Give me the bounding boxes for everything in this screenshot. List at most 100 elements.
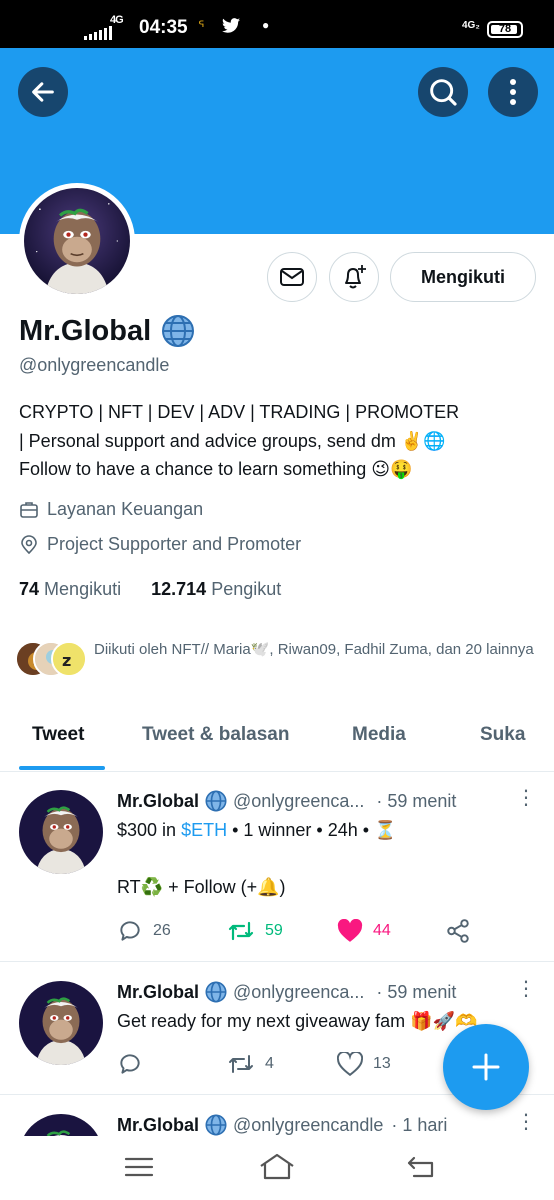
followers-count: 12.714	[151, 579, 207, 599]
following-button[interactable]: Mengikuti	[390, 252, 536, 302]
network-type-left: 4G	[110, 14, 124, 26]
cashtag-link[interactable]: $ETH	[181, 820, 227, 840]
recent-apps-icon[interactable]	[124, 1156, 154, 1178]
share-button[interactable]	[445, 918, 471, 944]
back-button[interactable]	[18, 67, 68, 117]
profile-location: Project Supporter and Promoter	[19, 534, 301, 555]
network-type-right: 4G₂	[462, 20, 480, 31]
dot-icon: ●	[262, 18, 270, 32]
tab-media[interactable]: Media	[352, 724, 406, 746]
tweet-more-icon[interactable]: ⋮	[516, 979, 536, 999]
tweet-author-handle: @onlygreencandle	[233, 1114, 384, 1135]
notifications-button[interactable]	[329, 252, 379, 302]
like-count: 44	[373, 922, 391, 939]
message-button[interactable]	[267, 252, 317, 302]
reply-button[interactable]: 26	[117, 918, 227, 944]
arrow-left-icon	[32, 82, 54, 102]
followers-link[interactable]: 12.714 Pengikut	[151, 579, 281, 599]
location-text: Project Supporter and Promoter	[47, 534, 302, 554]
tweet-time: · 1 hari	[391, 1114, 448, 1135]
location-pin-icon	[21, 534, 37, 554]
tweet-time: · 59 menit	[376, 790, 457, 811]
tweet-header: Mr.Global @onlygreencandle · 1 hari	[117, 1114, 447, 1136]
tweet-author-handle: @onlygreenca...	[233, 790, 365, 811]
profile-tabs: Tweet Tweet & balasan Media Suka	[0, 710, 554, 772]
tab-tweet[interactable]: Tweet	[32, 724, 84, 746]
more-vertical-icon	[510, 79, 516, 105]
more-options-button[interactable]	[488, 67, 538, 117]
retweet-count: 59	[265, 922, 283, 939]
bio-line-3: Follow to have a chance to learn somethi…	[19, 459, 413, 479]
following-label: Mengikuti	[44, 579, 122, 599]
tweet-more-icon[interactable]: ⋮	[516, 1112, 536, 1132]
profile-name-text: Mr.Global	[19, 314, 152, 347]
retweet-button[interactable]: 4	[227, 1051, 337, 1077]
reply-button[interactable]	[117, 1051, 227, 1077]
tweet-1[interactable]: Mr.Global @onlygreenca... · 59 menit ⋮ $…	[0, 772, 554, 962]
mail-icon	[280, 268, 304, 286]
system-navigation-bar	[0, 1136, 554, 1200]
svg-text:z: z	[62, 651, 71, 670]
notification-icon: ᕐ	[198, 19, 205, 36]
tweet-actions: 4 13	[117, 1051, 445, 1077]
like-count: 13	[373, 1055, 391, 1072]
tweet-header: Mr.Global @onlygreenca... · 59 menit	[117, 790, 456, 812]
tweet-avatar[interactable]	[19, 1114, 103, 1136]
profile-avatar[interactable]	[19, 183, 135, 299]
tweet-author-name[interactable]: Mr.Global	[117, 982, 199, 1003]
tab-tweet-replies[interactable]: Tweet & balasan	[142, 724, 289, 746]
battery-icon: 78	[487, 21, 523, 38]
profile-handle: @onlygreencandle	[19, 355, 170, 375]
home-icon[interactable]	[258, 1152, 296, 1182]
followers-label: Pengikut	[211, 579, 282, 599]
retweet-button[interactable]: 59	[227, 918, 337, 944]
share-icon	[447, 919, 469, 943]
ape-avatar-image	[24, 188, 130, 294]
followed-by-text[interactable]: Diikuti oleh NFT// Maria🕊️, Riwan09, Fad…	[94, 637, 534, 662]
tweet-more-icon[interactable]: ⋮	[516, 788, 536, 808]
profile-category: Layanan Keuangan	[19, 499, 203, 520]
tweet-author-name[interactable]: Mr.Global	[117, 1115, 199, 1136]
search-icon	[430, 79, 457, 106]
clock: 04:35	[139, 17, 188, 38]
tweet-text-suffix: • 1 winner • 24h • ⏳	[227, 820, 397, 840]
tweet-text: $300 in $ETH • 1 winner • 24h • ⏳ RT♻️ +…	[117, 816, 537, 901]
follower-avatar-3: z	[51, 641, 87, 677]
retweet-icon	[228, 921, 254, 941]
bio-line-1: CRYPTO | NFT | DEV | ADV | TRADING | PRO…	[19, 402, 460, 422]
globe-icon	[205, 981, 227, 1003]
globe-icon	[205, 1114, 227, 1136]
tweet-time: · 59 menit	[376, 981, 457, 1002]
retweet-icon	[229, 1055, 253, 1073]
follow-counts: 74 Mengikuti 12.714 Pengikut	[19, 579, 281, 600]
tab-likes[interactable]: Suka	[480, 724, 525, 746]
profile-name: Mr.Global	[19, 314, 195, 348]
twitter-bird-icon	[222, 18, 240, 37]
reply-icon	[120, 1054, 140, 1074]
active-tab-indicator	[19, 766, 105, 770]
like-button[interactable]: 13	[337, 1052, 445, 1076]
search-button[interactable]	[418, 67, 468, 117]
following-count: 74	[19, 579, 40, 599]
reply-icon	[120, 921, 140, 941]
back-nav-icon[interactable]	[406, 1154, 438, 1180]
heart-icon	[337, 1052, 363, 1076]
tweet-avatar[interactable]	[19, 981, 103, 1065]
signal-bars-icon	[84, 26, 112, 40]
bio-line-2: | Personal support and advice groups, se…	[19, 430, 446, 451]
profile-bio: CRYPTO | NFT | DEV | ADV | TRADING | PRO…	[19, 398, 539, 484]
like-button[interactable]: 44	[337, 919, 445, 943]
following-link[interactable]: 74 Mengikuti	[19, 579, 121, 599]
retweet-count: 4	[265, 1055, 274, 1072]
tweet-text-prefix: $300 in	[117, 820, 182, 840]
plus-icon	[472, 1053, 500, 1081]
globe-icon	[162, 315, 195, 347]
reply-count: 26	[153, 922, 171, 939]
bell-plus-icon	[345, 265, 366, 289]
tweet-author-name[interactable]: Mr.Global	[117, 791, 199, 812]
heart-filled-icon	[337, 919, 363, 942]
status-bar: 4G 04:35 ᕐ ● 4G₂ 78	[0, 0, 554, 48]
tweet-avatar[interactable]	[19, 790, 103, 874]
compose-tweet-button[interactable]	[443, 1024, 529, 1110]
category-text: Layanan Keuangan	[47, 499, 204, 519]
